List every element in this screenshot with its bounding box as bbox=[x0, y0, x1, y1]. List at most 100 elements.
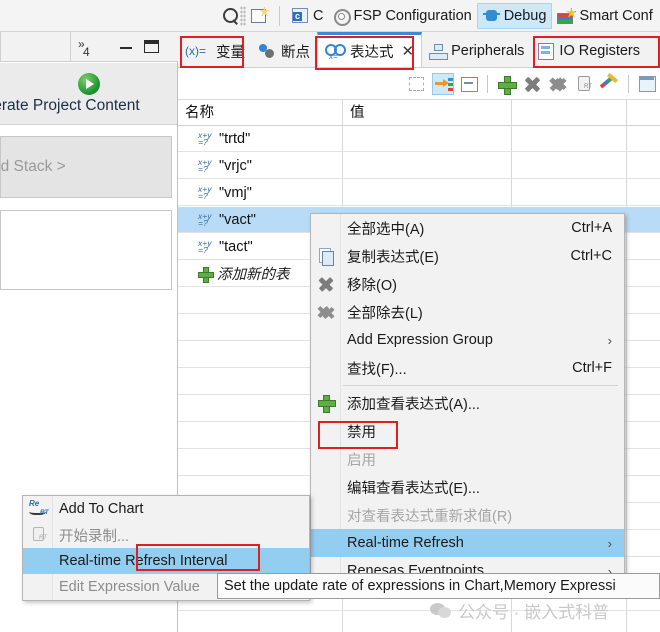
expression-xy-icon: x+y =? bbox=[198, 183, 212, 201]
table-row[interactable]: x+y =? "vrjc" bbox=[178, 153, 660, 179]
cut-watch-icon[interactable] bbox=[406, 73, 428, 95]
menu-item-label: 添加查看表达式(A)... bbox=[347, 396, 480, 413]
menu-item-label: 全部除去(L) bbox=[347, 305, 423, 322]
copy-icon bbox=[317, 247, 335, 266]
fsp-configuration-label: FSP Configuration bbox=[353, 7, 472, 24]
show-type-names-icon[interactable] bbox=[432, 72, 454, 95]
fsp-configuration-button[interactable]: FSP Configuration bbox=[328, 3, 476, 29]
overflow-tabs-button[interactable]: » 4 bbox=[78, 37, 90, 59]
table-row[interactable]: x+y =? "vmj" bbox=[178, 180, 660, 206]
menu-item-edit-watch-expression[interactable]: 编辑查看表达式(E)... bbox=[311, 473, 624, 501]
tab-expressions[interactable]: x= 表达式 ✕ bbox=[317, 32, 423, 67]
menu-item-label: 移除(O) bbox=[347, 277, 397, 294]
expression-name: "vmj" bbox=[219, 184, 252, 201]
tab-variables-label: 变量 bbox=[216, 44, 245, 61]
menu-item-label: 编辑查看表达式(E)... bbox=[347, 480, 480, 497]
menu-item-add-expression-group[interactable]: Add Expression Group › bbox=[311, 326, 624, 354]
menu-item-remove-all[interactable]: 全部除去(L) bbox=[311, 298, 624, 326]
overflow-count: 4 bbox=[83, 45, 90, 59]
tabstrip-divider-right bbox=[70, 32, 71, 62]
remove-icon[interactable] bbox=[521, 73, 543, 95]
menu-item-label: 复制表达式(E) bbox=[347, 249, 439, 266]
maximize-icon[interactable] bbox=[144, 40, 159, 53]
view-tabbar: (x)= 变量 断点 x= 表达式 ✕ Peripherals IO Regis… bbox=[178, 32, 660, 68]
expression-name: "vrjc" bbox=[219, 157, 252, 174]
add-expression-icon[interactable] bbox=[495, 73, 517, 95]
new-project-button[interactable] bbox=[246, 3, 273, 29]
expressions-icon: x= bbox=[325, 43, 346, 61]
tab-io-registers[interactable]: IO Registers bbox=[531, 35, 647, 67]
search-icon[interactable] bbox=[222, 7, 240, 25]
realtime-icon[interactable]: RT bbox=[573, 73, 595, 95]
remove-all-x-icon bbox=[317, 303, 335, 321]
add-expression-label: 添加新的表 bbox=[217, 267, 290, 283]
debug-perspective-button[interactable]: Debug bbox=[476, 2, 553, 29]
extend-stack-label: Extend Stack > bbox=[0, 158, 66, 175]
menu-item-copy-expressions[interactable]: 复制表达式(E) Ctrl+C bbox=[311, 242, 624, 270]
smart-configurator-button[interactable]: Smart Conf bbox=[552, 3, 657, 29]
collapse-all-icon[interactable] bbox=[458, 73, 480, 95]
menu-item-real-time-refresh[interactable]: Real-time Refresh › bbox=[311, 529, 624, 557]
toolbar-sep-1 bbox=[487, 74, 488, 93]
generate-project-content-button[interactable]: erate Project Content bbox=[0, 63, 177, 125]
variables-icon: (x)= bbox=[185, 44, 206, 58]
start-recording-icon: RT bbox=[29, 526, 47, 544]
menu-item-disable[interactable]: 禁用 bbox=[311, 417, 624, 445]
menu-item-enable[interactable]: 启用 bbox=[311, 445, 624, 473]
submenu-item-label: Add To Chart bbox=[59, 501, 144, 517]
tab-peripherals[interactable]: Peripherals bbox=[422, 35, 531, 67]
expression-xy-icon: x+y =? bbox=[198, 210, 212, 228]
expression-xy-icon: x+y =? bbox=[198, 129, 212, 147]
tab-variables[interactable]: (x)= 变量 bbox=[178, 35, 252, 67]
gear-icon bbox=[333, 8, 352, 26]
row-name-cell: x+y =? "vmj" bbox=[178, 183, 343, 201]
new-project-icon bbox=[251, 7, 268, 24]
smart-configurator-label: Smart Conf bbox=[579, 7, 653, 24]
menu-item-label: 全部选中(A) bbox=[347, 221, 425, 238]
chevron-right-icon: › bbox=[607, 535, 612, 551]
remove-x-icon bbox=[317, 275, 335, 293]
column-header-name[interactable]: 名称 bbox=[178, 100, 343, 126]
expression-name: "tact" bbox=[219, 238, 253, 255]
menu-item-remove[interactable]: 移除(O) bbox=[311, 270, 624, 298]
close-icon[interactable]: ✕ bbox=[402, 44, 415, 59]
menu-item-select-all[interactable]: 全部选中(A) Ctrl+A bbox=[311, 214, 624, 242]
menu-item-label: 对查看表达式重新求值(R) bbox=[347, 508, 513, 525]
menu-item-label: Add Expression Group bbox=[347, 332, 493, 348]
expression-xy-icon: x+y =? bbox=[198, 156, 212, 174]
view-menu-icon[interactable] bbox=[636, 73, 658, 95]
application-window: C FSP Configuration Debug Smart Conf » 4 bbox=[0, 0, 660, 632]
submenu-item-add-to-chart[interactable]: Re RT Add To Chart bbox=[23, 496, 309, 522]
menu-item-label: Real-time Refresh bbox=[347, 535, 464, 551]
expression-name: "trtd" bbox=[219, 130, 251, 147]
column-header-value[interactable]: 值 bbox=[343, 100, 512, 126]
remove-all-icon[interactable] bbox=[547, 73, 569, 95]
debug-bug-icon bbox=[483, 8, 500, 24]
table-row[interactable]: x+y =? "trtd" bbox=[178, 126, 660, 152]
breakpoint-icon bbox=[259, 44, 276, 58]
c-perspective-button[interactable]: C bbox=[286, 3, 328, 29]
generate-project-content-label: erate Project Content bbox=[0, 96, 140, 114]
submenu-item-start-recording[interactable]: RT 开始录制... bbox=[23, 522, 309, 548]
submenu-item-real-time-refresh-interval[interactable]: Real-time Refresh Interval bbox=[23, 548, 309, 574]
watermark-text: 公众号 · 嵌入式科普 bbox=[458, 603, 610, 622]
expressions-toolbar: RT bbox=[178, 68, 660, 100]
left-panel-content-area bbox=[0, 210, 172, 290]
play-icon bbox=[77, 72, 100, 95]
menu-item-reevaluate-watch-expression[interactable]: 对查看表达式重新求值(R) bbox=[311, 501, 624, 529]
menu-item-add-watch-expression[interactable]: 添加查看表达式(A)... bbox=[311, 389, 624, 417]
toolbar-separator bbox=[279, 5, 280, 26]
row-name-cell: x+y =? "vrjc" bbox=[178, 156, 343, 174]
minimize-icon[interactable] bbox=[120, 45, 132, 49]
table-header-row: 名称 值 bbox=[178, 100, 660, 126]
peripherals-icon bbox=[429, 43, 449, 60]
extend-stack-button[interactable]: Extend Stack > bbox=[0, 136, 172, 198]
menu-separator bbox=[343, 385, 618, 386]
left-panel-tabstrip: » 4 bbox=[0, 32, 178, 62]
expression-xy-icon: x+y =? bbox=[198, 237, 212, 255]
tab-breakpoints[interactable]: 断点 bbox=[252, 35, 317, 67]
edit-value-icon[interactable] bbox=[599, 73, 621, 95]
chevron-right-icon: › bbox=[607, 332, 612, 348]
menu-item-find[interactable]: 查找(F)... Ctrl+F bbox=[311, 354, 624, 382]
submenu-item-label: Real-time Refresh Interval bbox=[59, 553, 228, 569]
